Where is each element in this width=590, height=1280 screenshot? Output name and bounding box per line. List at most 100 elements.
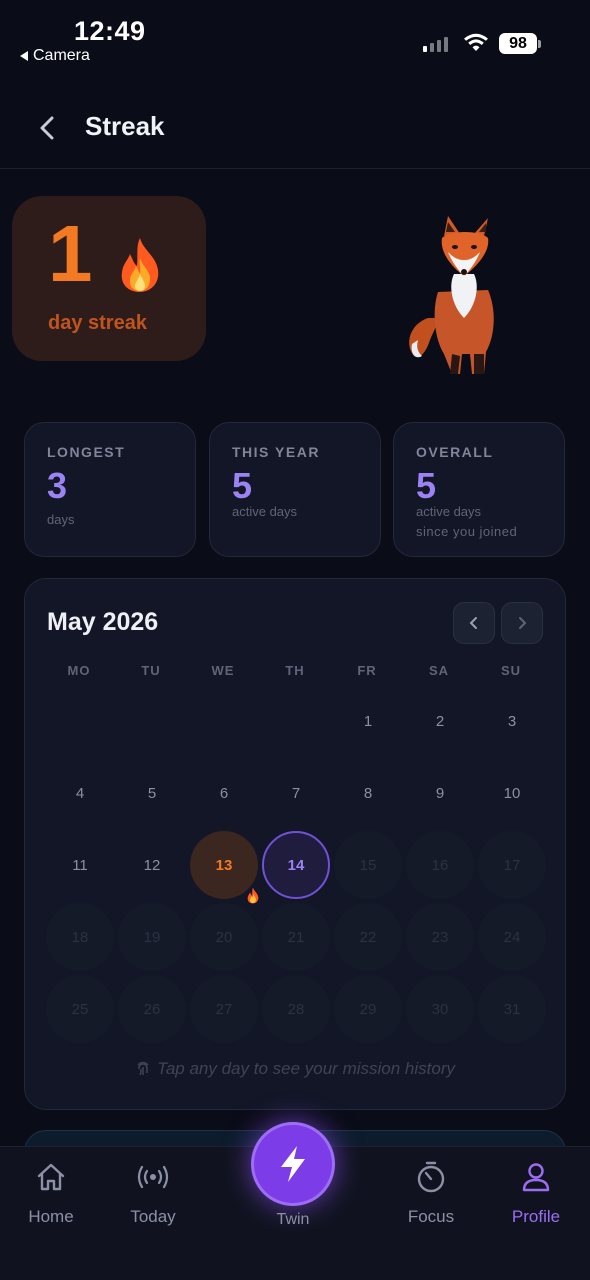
twin-action-button[interactable] <box>251 1122 335 1206</box>
calendar-day-28[interactable]: 28 <box>262 975 330 1043</box>
tab-home[interactable]: Home <box>6 1159 96 1227</box>
calendar-day-number: 14 <box>287 856 305 874</box>
profile-icon <box>522 1163 550 1192</box>
weekday-header: TH <box>285 663 305 678</box>
stat-value: 5 <box>416 465 437 506</box>
prev-month-button[interactable] <box>453 602 495 644</box>
back-to-camera-link[interactable]: Camera <box>20 47 90 65</box>
weekday-header: MO <box>67 663 91 678</box>
stat-label: OVERALL <box>416 444 494 460</box>
calendar-day-number: 15 <box>359 856 377 874</box>
tab-twin-label: Twin <box>276 1211 310 1228</box>
calendar-day-31[interactable]: 31 <box>478 975 546 1043</box>
home-icon <box>37 1163 65 1191</box>
calendar-day-number: 27 <box>215 1000 233 1018</box>
next-month-button[interactable] <box>501 602 543 644</box>
chevron-left-icon <box>469 617 477 629</box>
calendar-day-1[interactable]: 1 <box>334 687 402 755</box>
calendar-day-16[interactable]: 16 <box>406 831 474 899</box>
calendar-day-number: 21 <box>287 928 305 946</box>
chevron-right-icon <box>519 617 527 629</box>
calendar-day-26[interactable]: 26 <box>118 975 186 1043</box>
tab-profile-label: Profile <box>511 1207 561 1226</box>
this-year-card: THIS YEAR 5 active days <box>209 422 381 557</box>
fox-mascot-image <box>409 216 494 374</box>
calendar-card: May 2026 MO TU WE TH FR SA SU 1 2 3 4 5 6 7 8 9 10 11 12 1… <box>24 578 566 1110</box>
calendar-day-20[interactable]: 20 <box>190 903 258 971</box>
calendar-day-25[interactable]: 25 <box>46 975 114 1043</box>
calendar-day-number: 23 <box>431 928 449 946</box>
calendar-day-number: 16 <box>431 856 449 874</box>
calendar-day-13[interactable]: 13 <box>190 831 259 904</box>
calendar-day-8[interactable]: 8 <box>334 759 402 827</box>
calendar-day-12[interactable]: 12 <box>118 831 186 899</box>
weekday-header: TU <box>141 663 161 678</box>
calendar-day-19[interactable]: 19 <box>118 903 186 971</box>
stat-sub: days <box>47 512 75 527</box>
current-streak-card: 1 day streak <box>12 196 206 361</box>
calendar-day-18[interactable]: 18 <box>46 903 114 971</box>
stat-value: 5 <box>232 465 253 506</box>
calendar-day-17[interactable]: 17 <box>478 831 546 899</box>
calendar-day-number: 12 <box>143 856 161 874</box>
fingerprint-icon <box>137 1061 149 1076</box>
calendar-day-7[interactable]: 7 <box>262 759 330 827</box>
calendar-day-number: 5 <box>147 784 157 802</box>
calendar-day-23[interactable]: 23 <box>406 903 474 971</box>
calendar-day-number: 18 <box>71 928 89 946</box>
calendar-day-29[interactable]: 29 <box>334 975 402 1043</box>
calendar-hint: Tap any day to see your mission history <box>25 1059 565 1079</box>
timer-icon <box>417 1161 445 1193</box>
calendar-day-number: 17 <box>503 856 521 874</box>
calendar-day-3[interactable]: 3 <box>478 687 546 755</box>
calendar-day-5[interactable]: 5 <box>118 759 186 827</box>
calendar-day-number: 20 <box>215 928 233 946</box>
calendar-day-11[interactable]: 11 <box>46 831 114 899</box>
calendar-day-10[interactable]: 10 <box>478 759 546 827</box>
tab-profile[interactable]: Profile <box>491 1159 581 1227</box>
calendar-day-15[interactable]: 15 <box>334 831 402 899</box>
calendar-day-2[interactable]: 2 <box>406 687 474 755</box>
tab-home-label: Home <box>28 1207 74 1226</box>
calendar-day-24[interactable]: 24 <box>478 903 546 971</box>
calendar-day-number: 26 <box>143 1000 161 1018</box>
battery-level: 98 <box>499 33 537 54</box>
calendar-day-9[interactable]: 9 <box>406 759 474 827</box>
tab-focus-label: Focus <box>407 1207 455 1226</box>
calendar-day-number: 22 <box>359 928 377 946</box>
stat-sub: active days <box>416 504 482 519</box>
calendar-day-4[interactable]: 4 <box>46 759 114 827</box>
back-app-label: Camera <box>33 47 90 64</box>
stat-label: LONGEST <box>47 444 126 460</box>
stat-sub-2: since you joined <box>416 524 518 539</box>
lightning-bolt-icon <box>281 1146 305 1182</box>
page-header: Streak <box>0 86 590 169</box>
broadcast-icon <box>137 1165 169 1189</box>
calendar-day-14[interactable]: 14 <box>262 831 330 899</box>
calendar-day-number: 24 <box>503 928 521 946</box>
battery-indicator: 98 <box>499 33 541 54</box>
calendar-day-30[interactable]: 30 <box>406 975 474 1043</box>
weekday-header: SA <box>428 663 450 678</box>
calendar-day-22[interactable]: 22 <box>334 903 402 971</box>
calendar-month-title: May 2026 <box>47 608 159 636</box>
calendar-day-number: 8 <box>363 784 373 802</box>
calendar-day-number: 28 <box>287 1000 305 1018</box>
status-time: 12:49 <box>74 16 146 46</box>
tab-today[interactable]: Today <box>108 1159 198 1227</box>
calendar-hint-text: Tap any day to see your mission history <box>157 1059 455 1078</box>
calendar-day-number: 25 <box>71 1000 89 1018</box>
calendar-day-number: 29 <box>359 1000 377 1018</box>
calendar-day-number: 9 <box>435 784 445 802</box>
calendar-day-27[interactable]: 27 <box>190 975 258 1043</box>
longest-streak-card: LONGEST 3 days <box>24 422 196 557</box>
calendar-day-21[interactable]: 21 <box>262 903 330 971</box>
back-chevron-icon[interactable] <box>36 114 60 142</box>
tab-focus[interactable]: Focus <box>386 1159 476 1227</box>
calendar-day-number: 7 <box>291 784 301 802</box>
stat-label: THIS YEAR <box>232 444 320 460</box>
back-triangle-icon <box>20 51 28 61</box>
stat-value: 3 <box>47 465 68 506</box>
calendar-day-6[interactable]: 6 <box>190 759 258 827</box>
weekday-header: WE <box>211 663 235 678</box>
